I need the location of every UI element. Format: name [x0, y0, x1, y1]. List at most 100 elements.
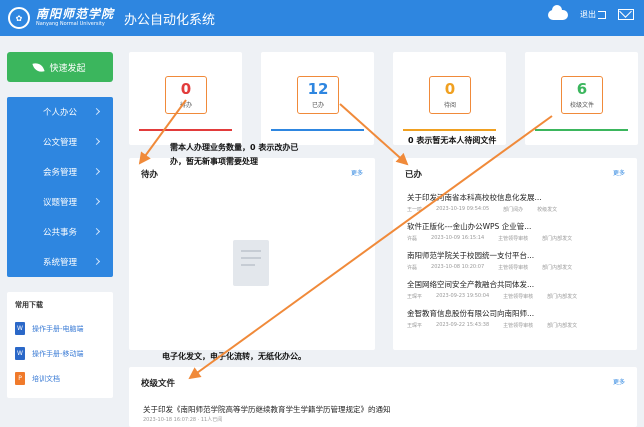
item-author: 王一鸣 [407, 207, 423, 213]
chevron-right-icon [92, 197, 101, 206]
stat-card-to-read[interactable]: 0 待阅 [393, 52, 506, 145]
item-status: 部门阅办 [503, 207, 524, 213]
item-status: 主管领导审核 [498, 236, 529, 242]
sidebar-item-public-affairs[interactable]: 公共事务 [7, 217, 113, 247]
todo-panel: 待办 更多 [129, 158, 375, 350]
school-files-more-link[interactable]: 更多 [613, 377, 625, 386]
sidebar-item-document-management[interactable]: 公文管理 [7, 127, 113, 157]
word-doc-icon: W [15, 322, 25, 335]
item-time: 2023-10-19 09:54:05 [436, 206, 490, 212]
annotation-todo-line1: 需本人办理业务数量，0 表示改办已 [170, 143, 299, 152]
stat-value: 0 [180, 80, 192, 98]
chevron-right-icon [92, 107, 101, 116]
school-file-title[interactable]: 关于印发《南阳师范学院高等学历继续教育学生学籍学历管理规定》的通知 [143, 404, 391, 415]
item-kind: 部门内部发文 [547, 294, 578, 300]
stat-box: 0 待阅 [429, 76, 471, 114]
stat-card-todo[interactable]: 0 待办 [129, 52, 242, 145]
item-title: 金智教育信息股份有限公司向南阳师... [407, 309, 535, 318]
stat-card-school-files[interactable]: 6 校级文件 [525, 52, 638, 145]
item-title: 关于印发河南省本科高校校信息化发展... [407, 193, 542, 202]
chevron-right-icon [92, 227, 101, 236]
download-manual-pc[interactable]: W 操作手册-电脑端 [15, 316, 105, 341]
stat-underline [535, 129, 628, 131]
leaf-icon [32, 60, 46, 74]
sidebar-item-system-management[interactable]: 系统管理 [7, 247, 113, 277]
stat-label: 待办 [179, 102, 192, 109]
sidebar-item-label: 公文管理 [42, 138, 77, 148]
annotation-paperless: 电子化发文，电子化流转，无纸化办公。 [162, 352, 306, 361]
sidebar-item-meeting-management[interactable]: 会务管理 [7, 157, 113, 187]
item-title: 全国网络空间安全产教融合共同体发... [407, 280, 535, 289]
item-time: 2023-10-09 16:15:14 [431, 235, 485, 241]
item-status: 主管领导审核 [503, 323, 534, 329]
annotation-to-read: 0 表示暂无本人待阅文件 [408, 136, 497, 145]
logo-english-name: Nanyang Normal University [36, 21, 105, 27]
stat-value: 12 [307, 80, 329, 98]
university-seal-icon: ✿ [8, 7, 30, 29]
item-kind: 部门内部发文 [542, 236, 573, 242]
item-time: 2023-09-22 15:43:38 [436, 322, 490, 328]
stat-underline [139, 129, 232, 131]
download-training-docs[interactable]: P 培训文档 [15, 366, 105, 391]
done-panel-title: 已办 [405, 170, 423, 180]
stat-underline [271, 129, 364, 131]
item-kind: 校级发文 [537, 207, 558, 213]
item-time: 2023-09-23 19:50:04 [436, 293, 490, 299]
stat-underline [403, 129, 496, 131]
powerpoint-doc-icon: P [15, 372, 25, 385]
sidebar-item-label: 系统管理 [42, 258, 77, 268]
top-header: ✿ 南阳师范学院 Nanyang Normal University 办公自动化… [0, 0, 644, 36]
item-status: 主管领导审核 [498, 265, 529, 271]
quick-start-button[interactable]: 快速发起 [7, 52, 113, 82]
quick-start-label: 快速发起 [49, 63, 86, 74]
school-file-meta: 2023-10-18 16:07:28 · 11人已阅 [143, 417, 223, 423]
stat-value: 6 [576, 80, 588, 98]
stat-box: 12 已办 [297, 76, 339, 114]
item-title: 南阳师范学院关于校园统一支付平台... [407, 251, 535, 260]
university-logo[interactable]: 南阳师范学院 Nanyang Normal University [36, 8, 114, 28]
list-item[interactable]: 软件正版化---金山办公WPS 企业管... 许磊 2023-10-09 16:1… [407, 221, 625, 242]
sidebar-item-label: 议题管理 [42, 198, 77, 208]
done-more-link[interactable]: 更多 [613, 168, 625, 177]
chevron-right-icon [92, 257, 101, 266]
stat-box: 6 校级文件 [561, 76, 603, 114]
list-item[interactable]: 全国网络空间安全产教融合共同体发... 王琛平 2023-09-23 19:50:… [407, 279, 625, 300]
sidebar-item-label: 个人办公 [42, 108, 77, 118]
downloads-title: 常用下载 [15, 301, 43, 309]
stat-label: 已办 [311, 102, 324, 109]
chevron-right-icon [92, 137, 101, 146]
list-item[interactable]: 关于印发河南省本科高校校信息化发展... 王一鸣 2023-10-19 09:54… [407, 192, 625, 213]
item-time: 2023-10-08 10:20:07 [431, 264, 485, 270]
item-author: 王琛平 [407, 323, 423, 329]
annotation-todo-line2: 办，暂无新事项需要处理 [170, 157, 258, 166]
todo-more-link[interactable]: 更多 [351, 168, 363, 177]
download-label: 操作手册-电脑端 [32, 324, 84, 333]
logout-button[interactable]: 退出 [580, 9, 606, 20]
item-title: 软件正版化---金山办公WPS 企业管... [407, 222, 532, 231]
sidebar-item-topic-management[interactable]: 议题管理 [7, 187, 113, 217]
list-item[interactable]: 南阳师范学院关于校园统一支付平台... 许磊 2023-10-08 10:20:0… [407, 250, 625, 271]
logout-label: 退出 [580, 10, 596, 19]
list-item[interactable]: 金智教育信息股份有限公司向南阳师... 王琛平 2023-09-22 15:43:… [407, 308, 625, 329]
common-downloads-panel: 常用下载 W 操作手册-电脑端 W 操作手册-移动端 P 培训文档 [7, 292, 113, 398]
stat-label: 校级文件 [569, 102, 594, 109]
download-manual-mobile[interactable]: W 操作手册-移动端 [15, 341, 105, 366]
item-author: 王琛平 [407, 294, 423, 300]
app-title: 办公自动化系统 [124, 12, 216, 28]
stat-card-done[interactable]: 12 已办 [261, 52, 374, 145]
item-kind: 部门内部发文 [547, 323, 578, 329]
todo-panel-title: 待办 [141, 170, 159, 180]
word-doc-icon: W [15, 347, 25, 360]
logout-icon [598, 10, 606, 19]
cloud-icon[interactable] [548, 4, 568, 20]
mail-icon[interactable] [618, 9, 634, 20]
empty-document-icon [226, 240, 269, 292]
stat-value: 0 [444, 80, 456, 98]
stat-label: 待阅 [443, 102, 456, 109]
item-kind: 部门内部发文 [542, 265, 573, 271]
stat-box: 0 待办 [165, 76, 207, 114]
item-status: 主管领导审核 [503, 294, 534, 300]
item-author: 许磊 [407, 265, 418, 271]
download-label: 操作手册-移动端 [32, 349, 84, 358]
sidebar-item-personal-office[interactable]: 个人办公 [7, 97, 113, 127]
